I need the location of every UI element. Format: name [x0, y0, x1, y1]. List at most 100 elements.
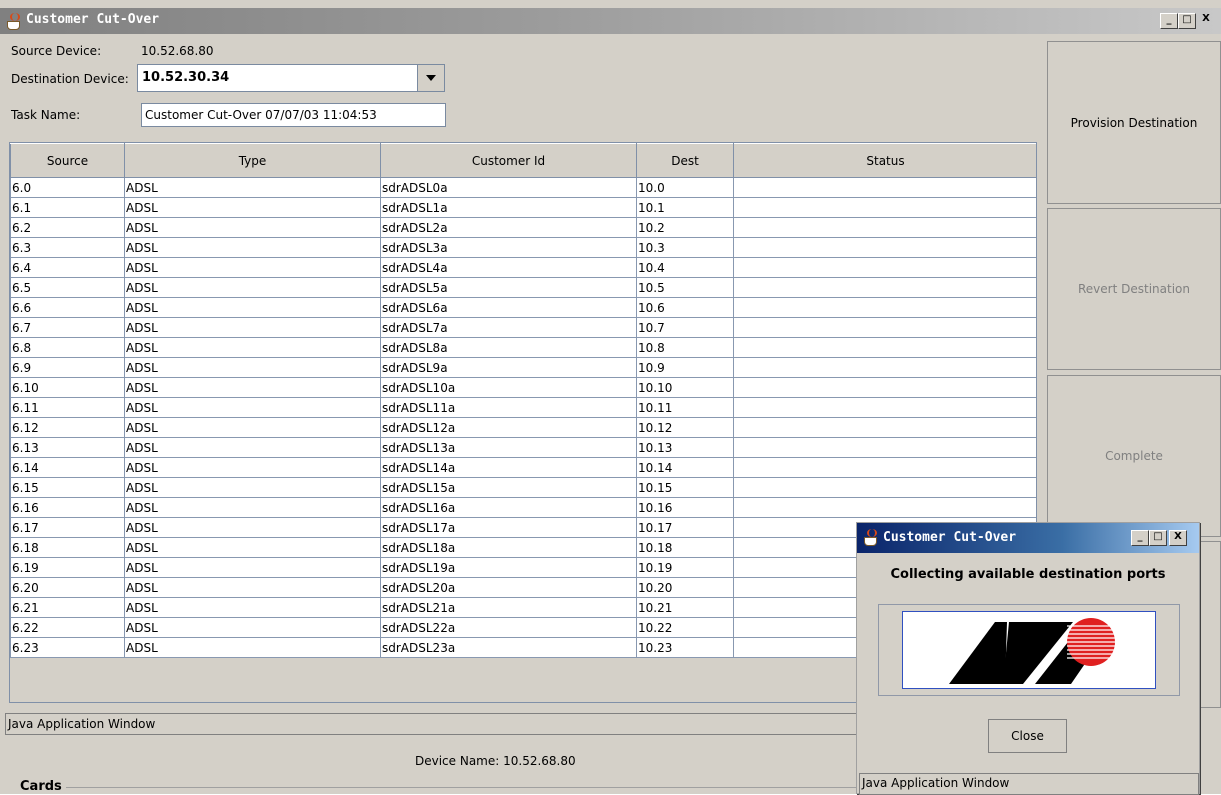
cell-type[interactable]: ADSL [124, 597, 381, 618]
cell-source[interactable]: 6.22 [10, 617, 125, 638]
dialog-close-button[interactable]: Close [988, 719, 1067, 753]
cell-dest[interactable]: 10.21 [636, 597, 734, 618]
cell-dest[interactable]: 10.19 [636, 557, 734, 578]
cell-type[interactable]: ADSL [124, 437, 381, 458]
cell-type[interactable]: ADSL [124, 297, 381, 318]
table-row[interactable]: 6.2 ADSL sdrADSL2a 10.2 [10, 217, 1036, 238]
cell-type[interactable]: ADSL [124, 177, 381, 198]
cell-source[interactable]: 6.12 [10, 417, 125, 438]
cell-dest[interactable]: 10.12 [636, 417, 734, 438]
column-header-status[interactable]: Status [733, 143, 1036, 178]
cell-customer-id[interactable]: sdrADSL16a [380, 497, 637, 518]
provision-destination-button[interactable]: Provision Destination [1047, 41, 1221, 204]
cell-status[interactable] [733, 177, 1036, 198]
cell-type[interactable]: ADSL [124, 537, 381, 558]
cell-dest[interactable]: 10.5 [636, 277, 734, 298]
cell-type[interactable]: ADSL [124, 377, 381, 398]
table-row[interactable]: 6.14 ADSL sdrADSL14a 10.14 [10, 457, 1036, 478]
cell-customer-id[interactable]: sdrADSL18a [380, 537, 637, 558]
cell-source[interactable]: 6.1 [10, 197, 125, 218]
cell-source[interactable]: 6.10 [10, 377, 125, 398]
cell-source[interactable]: 6.7 [10, 317, 125, 338]
cell-status[interactable] [733, 217, 1036, 238]
cell-dest[interactable]: 10.1 [636, 197, 734, 218]
cell-customer-id[interactable]: sdrADSL10a [380, 377, 637, 398]
cell-dest[interactable]: 10.10 [636, 377, 734, 398]
cell-dest[interactable]: 10.13 [636, 437, 734, 458]
cell-type[interactable]: ADSL [124, 477, 381, 498]
cell-type[interactable]: ADSL [124, 317, 381, 338]
cell-dest[interactable]: 10.8 [636, 337, 734, 358]
cell-dest[interactable]: 10.9 [636, 357, 734, 378]
complete-button[interactable]: Complete [1047, 375, 1221, 537]
cell-source[interactable]: 6.5 [10, 277, 125, 298]
cell-source[interactable]: 6.0 [10, 177, 125, 198]
chevron-down-icon[interactable] [417, 65, 444, 91]
cell-source[interactable]: 6.2 [10, 217, 125, 238]
cell-type[interactable]: ADSL [124, 397, 381, 418]
table-row[interactable]: 6.12 ADSL sdrADSL12a 10.12 [10, 417, 1036, 438]
cell-customer-id[interactable]: sdrADSL7a [380, 317, 637, 338]
cell-status[interactable] [733, 457, 1036, 478]
cell-customer-id[interactable]: sdrADSL17a [380, 517, 637, 538]
table-row[interactable]: 6.10 ADSL sdrADSL10a 10.10 [10, 377, 1036, 398]
cell-type[interactable]: ADSL [124, 417, 381, 438]
cell-customer-id[interactable]: sdrADSL4a [380, 257, 637, 278]
cell-dest[interactable]: 10.7 [636, 317, 734, 338]
column-header-source[interactable]: Source [10, 143, 125, 178]
cell-customer-id[interactable]: sdrADSL22a [380, 617, 637, 638]
cell-source[interactable]: 6.8 [10, 337, 125, 358]
cell-customer-id[interactable]: sdrADSL13a [380, 437, 637, 458]
cell-dest[interactable]: 10.16 [636, 497, 734, 518]
cell-source[interactable]: 6.17 [10, 517, 125, 538]
cell-status[interactable] [733, 357, 1036, 378]
maximize-button[interactable]: □ [1178, 13, 1196, 29]
column-header-customer-id[interactable]: Customer Id [380, 143, 637, 178]
cell-type[interactable]: ADSL [124, 197, 381, 218]
cell-status[interactable] [733, 197, 1036, 218]
cell-type[interactable]: ADSL [124, 337, 381, 358]
cell-dest[interactable]: 10.14 [636, 457, 734, 478]
cell-status[interactable] [733, 437, 1036, 458]
cell-dest[interactable]: 10.4 [636, 257, 734, 278]
cell-customer-id[interactable]: sdrADSL11a [380, 397, 637, 418]
cell-status[interactable] [733, 257, 1036, 278]
column-header-dest[interactable]: Dest [636, 143, 734, 178]
cell-status[interactable] [733, 297, 1036, 318]
cell-customer-id[interactable]: sdrADSL21a [380, 597, 637, 618]
cell-source[interactable]: 6.21 [10, 597, 125, 618]
cell-customer-id[interactable]: sdrADSL0a [380, 177, 637, 198]
cell-customer-id[interactable]: sdrADSL23a [380, 637, 637, 658]
table-row[interactable]: 6.16 ADSL sdrADSL16a 10.16 [10, 497, 1036, 518]
cell-source[interactable]: 6.19 [10, 557, 125, 578]
cell-source[interactable]: 6.23 [10, 637, 125, 658]
cell-customer-id[interactable]: sdrADSL6a [380, 297, 637, 318]
title-bar[interactable]: Customer Cut-Over _ □ X [0, 8, 1221, 34]
cell-customer-id[interactable]: sdrADSL20a [380, 577, 637, 598]
column-header-type[interactable]: Type [124, 143, 381, 178]
table-row[interactable]: 6.4 ADSL sdrADSL4a 10.4 [10, 257, 1036, 278]
cell-customer-id[interactable]: sdrADSL2a [380, 217, 637, 238]
cell-status[interactable] [733, 377, 1036, 398]
cell-dest[interactable]: 10.2 [636, 217, 734, 238]
cell-source[interactable]: 6.14 [10, 457, 125, 478]
close-window-button[interactable]: X [1198, 13, 1214, 27]
cell-type[interactable]: ADSL [124, 357, 381, 378]
cell-dest[interactable]: 10.0 [636, 177, 734, 198]
table-row[interactable]: 6.15 ADSL sdrADSL15a 10.15 [10, 477, 1036, 498]
cell-status[interactable] [733, 317, 1036, 338]
cell-status[interactable] [733, 397, 1036, 418]
cell-dest[interactable]: 10.20 [636, 577, 734, 598]
cell-type[interactable]: ADSL [124, 617, 381, 638]
destination-device-select[interactable]: 10.52.30.34 [137, 64, 445, 92]
cell-customer-id[interactable]: sdrADSL15a [380, 477, 637, 498]
cell-source[interactable]: 6.3 [10, 237, 125, 258]
table-row[interactable]: 6.6 ADSL sdrADSL6a 10.6 [10, 297, 1036, 318]
table-row[interactable]: 6.13 ADSL sdrADSL13a 10.13 [10, 437, 1036, 458]
revert-destination-button[interactable]: Revert Destination [1047, 208, 1221, 370]
cell-source[interactable]: 6.11 [10, 397, 125, 418]
cell-type[interactable]: ADSL [124, 637, 381, 658]
cell-type[interactable]: ADSL [124, 517, 381, 538]
cell-type[interactable]: ADSL [124, 277, 381, 298]
cell-dest[interactable]: 10.22 [636, 617, 734, 638]
